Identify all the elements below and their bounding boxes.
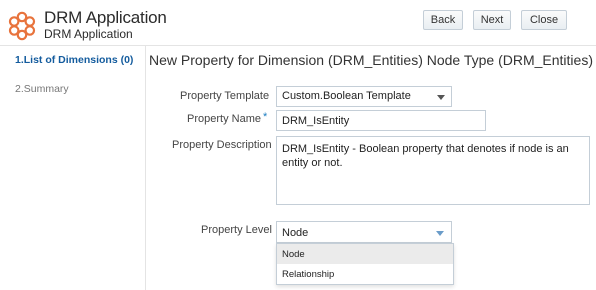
dropdown-option-relationship[interactable]: Relationship — [277, 264, 453, 284]
property-template-select[interactable]: Custom.Boolean Template — [276, 86, 452, 107]
back-button[interactable]: Back — [423, 10, 463, 30]
property-template-value: Custom.Boolean Template — [282, 90, 411, 102]
property-level-label: Property Level — [201, 224, 272, 236]
app-subtitle: DRM Application — [44, 27, 133, 41]
dropdown-option-node[interactable]: Node — [277, 244, 453, 264]
app-title: DRM Application — [44, 8, 167, 27]
chevron-down-icon — [436, 231, 444, 236]
property-name-input[interactable]: DRM_IsEntity — [276, 110, 486, 131]
close-button[interactable]: Close — [521, 10, 567, 30]
header-divider — [0, 45, 596, 46]
property-template-label: Property Template — [180, 90, 270, 102]
next-button[interactable]: Next — [473, 10, 511, 30]
property-level-value: Node — [282, 227, 309, 239]
oracle-flower-icon — [8, 11, 36, 41]
nav-divider — [145, 45, 146, 290]
property-description-textarea[interactable]: DRM_IsEntity - Boolean property that den… — [276, 136, 590, 205]
nav-item-list-of-dimensions[interactable]: 1.List of Dimensions (0) — [15, 54, 133, 66]
property-level-dropdown: Node Relationship — [276, 243, 454, 285]
nav-item-summary[interactable]: 2.Summary — [15, 83, 69, 95]
property-level-select[interactable]: Node — [276, 221, 452, 243]
property-description-label: Property Description — [172, 139, 272, 151]
required-icon: * — [263, 111, 268, 123]
page-title: New Property for Dimension (DRM_Entities… — [149, 52, 593, 68]
chevron-down-icon — [437, 95, 445, 100]
property-name-label: Property Name — [187, 113, 261, 125]
